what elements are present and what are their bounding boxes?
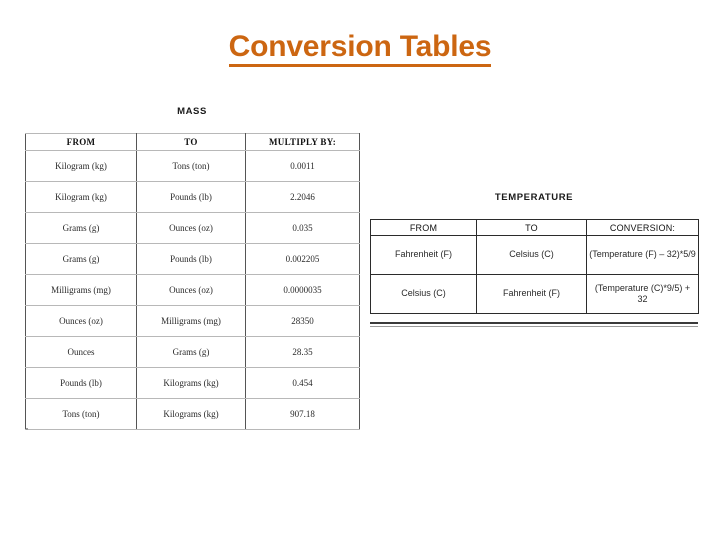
mass-header-to: TO: [136, 133, 246, 151]
mass-cell-from: Pounds (lb): [25, 367, 137, 399]
mass-cell-from: Tons (ton): [25, 398, 137, 430]
table-row: Ounces Grams (g) 28.35: [25, 336, 360, 368]
temperature-cell-to: Fahrenheit (F): [476, 274, 587, 314]
table-row: Celsius (C) Fahrenheit (F) (Temperature …: [370, 274, 699, 314]
mass-cell-factor: 0.0000035: [245, 274, 360, 306]
temperature-cell-conversion: (Temperature (C)*9/5) + 32: [586, 274, 699, 314]
temperature-cell-from: Celsius (C): [370, 274, 477, 314]
temperature-cell-to: Celsius (C): [476, 235, 587, 275]
mass-cell-from: Ounces (oz): [25, 305, 137, 337]
temperature-cell-conversion: (Temperature (F) – 32)*5/9: [586, 235, 699, 275]
scan-artifact: [26, 428, 28, 430]
table-row: Tons (ton) Kilograms (kg) 907.18: [25, 398, 360, 430]
mass-cell-factor: 0.454: [245, 367, 360, 399]
table-row: Grams (g) Pounds (lb) 0.002205: [25, 243, 360, 275]
mass-cell-factor: 2.2046: [245, 181, 360, 213]
table-row: Milligrams (mg) Ounces (oz) 0.0000035: [25, 274, 360, 306]
mass-section-caption: MASS: [177, 106, 207, 117]
page-title-text: Conversion Tables: [228, 30, 492, 67]
mass-cell-to: Ounces (oz): [136, 212, 246, 244]
table-row: Kilogram (kg) Pounds (lb) 2.2046: [25, 181, 360, 213]
mass-conversion-table: FROM TO MULTIPLY BY: Kilogram (kg) Tons …: [25, 133, 360, 430]
mass-cell-to: Kilograms (kg): [136, 367, 246, 399]
mass-cell-from: Milligrams (mg): [25, 274, 137, 306]
mass-cell-to: Pounds (lb): [136, 181, 246, 213]
mass-cell-factor: 28.35: [245, 336, 360, 368]
mass-cell-factor: 0.035: [245, 212, 360, 244]
temperature-table-underline: [370, 322, 698, 327]
mass-cell-factor: 0.0011: [245, 150, 360, 182]
mass-table-block: MASS FROM TO MULTIPLY BY: Kilogram (kg) …: [25, 106, 360, 430]
temperature-header-conversion: CONVERSION:: [586, 219, 699, 236]
mass-cell-from: Grams (g): [25, 243, 137, 275]
mass-cell-factor: 0.002205: [245, 243, 360, 275]
table-row: Kilogram (kg) Tons (ton) 0.0011: [25, 150, 360, 182]
mass-cell-to: Kilograms (kg): [136, 398, 246, 430]
temperature-table-header-row: FROM TO CONVERSION:: [370, 219, 699, 236]
temperature-conversion-table: FROM TO CONVERSION: Fahrenheit (F) Celsi…: [370, 219, 699, 314]
mass-cell-from: Kilogram (kg): [25, 181, 137, 213]
mass-cell-to: Tons (ton): [136, 150, 246, 182]
mass-cell-to: Pounds (lb): [136, 243, 246, 275]
mass-header-factor: MULTIPLY BY:: [245, 133, 360, 151]
table-row: Grams (g) Ounces (oz) 0.035: [25, 212, 360, 244]
mass-header-from: FROM: [25, 133, 137, 151]
table-row: Pounds (lb) Kilograms (kg) 0.454: [25, 367, 360, 399]
page-title: Conversion Tables: [0, 30, 720, 67]
temperature-header-from: FROM: [370, 219, 477, 236]
mass-table-header-row: FROM TO MULTIPLY BY:: [25, 133, 360, 151]
table-row: Fahrenheit (F) Celsius (C) (Temperature …: [370, 235, 699, 275]
mass-cell-from: Kilogram (kg): [25, 150, 137, 182]
mass-cell-from: Ounces: [25, 336, 137, 368]
mass-cell-to: Ounces (oz): [136, 274, 246, 306]
mass-cell-factor: 28350: [245, 305, 360, 337]
temperature-section-caption: TEMPERATURE: [494, 192, 574, 203]
mass-cell-to: Milligrams (mg): [136, 305, 246, 337]
mass-cell-from: Grams (g): [25, 212, 137, 244]
temperature-header-to: TO: [476, 219, 587, 236]
mass-cell-to: Grams (g): [136, 336, 246, 368]
temperature-cell-from: Fahrenheit (F): [370, 235, 477, 275]
mass-cell-factor: 907.18: [245, 398, 360, 430]
table-row: Ounces (oz) Milligrams (mg) 28350: [25, 305, 360, 337]
temperature-table-block: TEMPERATURE FROM TO CONVERSION: Fahrenhe…: [370, 192, 699, 314]
